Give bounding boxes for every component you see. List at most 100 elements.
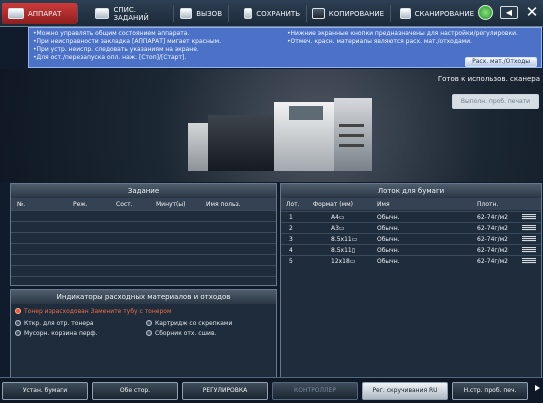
- job-panel: Задание №. Реж. Сост. Минут(ы) Имя польз…: [10, 183, 277, 286]
- tray-paper-weight: 62-74г/м2: [477, 225, 508, 232]
- tab-machine[interactable]: АППАРАТ: [2, 3, 78, 24]
- job-row[interactable]: [11, 210, 276, 221]
- tray-paper-weight: 62-74г/м2: [477, 236, 508, 243]
- tray-header-name: Имя: [377, 201, 390, 208]
- consumable-item: Кткр. для отр. тонера: [15, 320, 94, 327]
- next-arrow-icon[interactable]: [535, 385, 540, 391]
- job-header-mode: Реж.: [73, 201, 88, 208]
- consumables-waste-button[interactable]: Расх. мат./Отходы: [465, 57, 537, 67]
- staple-cartridge-icon: [146, 320, 152, 326]
- printer-display: Готов к использов. сканера Выполн. проб.…: [0, 69, 543, 182]
- consumable-item: Сборник отх. сшив.: [146, 330, 216, 337]
- save-icon: [244, 8, 253, 19]
- tray-number: 1: [289, 214, 293, 221]
- tray-header-tray: Лот.: [286, 201, 300, 208]
- tab-save[interactable]: СОХРАНИТЬ: [238, 3, 307, 24]
- toner-warning-text: Тонер израсходован Замените тубу с тонер…: [24, 308, 172, 315]
- job-header-status: Сост.: [116, 201, 133, 208]
- tray-size: A3▭: [331, 225, 345, 232]
- tray-paper-name: Обычн.: [377, 214, 400, 221]
- tab-recall-label: ВЫЗОВ: [196, 9, 222, 18]
- tab-scan[interactable]: СКАНИРОВАНИЕ: [394, 3, 480, 24]
- duplex-button[interactable]: Обе стор.: [92, 382, 178, 400]
- consumable-label: Картридж со скрепками: [155, 320, 233, 327]
- status-text: Готов к использов. сканера: [437, 75, 540, 83]
- paper-setting-button[interactable]: Устан. бумаги: [2, 382, 88, 400]
- scan-icon: [400, 8, 411, 19]
- consumables-panel: Индикаторы расходных материалов и отходо…: [10, 289, 277, 378]
- job-row[interactable]: [11, 254, 276, 265]
- speaker-icon[interactable]: ◀: [500, 6, 518, 19]
- tray-row-4[interactable]: 4 8.5x11▯ Обычн. 62-74г/м2: [281, 244, 541, 255]
- tray-level-bar: [522, 225, 536, 231]
- tray-paper-name: Обычн.: [377, 258, 400, 265]
- bottom-button-label: Н.стр. проб. печ.: [463, 387, 517, 394]
- machine-screen: АППАРАТ СПИС. ЗАДАНИЙ ВЫЗОВ СОХРАНИТЬ КО…: [0, 0, 543, 403]
- job-row[interactable]: [11, 243, 276, 254]
- consumable-label: Сборник отх. сшив.: [155, 330, 217, 337]
- tray-row-2[interactable]: 2 A3▭ Обычн. 62-74г/м2: [281, 222, 541, 233]
- consumable-item: Мусорн. корзина перф.: [15, 330, 97, 337]
- tray-level-bar: [522, 258, 536, 264]
- toner-warning-icon: [15, 308, 21, 314]
- tray-row-1[interactable]: 1 A4▭ Обычн. 62-74г/м2: [281, 211, 541, 222]
- printer-module-1: [188, 123, 210, 171]
- close-icon[interactable]: ✕: [524, 4, 540, 21]
- banner-left-text: •Можно управлять общим состоянием аппара…: [33, 30, 222, 61]
- consumable-label: Мусорн. корзина перф.: [24, 330, 98, 337]
- job-row[interactable]: [11, 221, 276, 232]
- info-banner: •Можно управлять общим состоянием аппара…: [28, 27, 542, 68]
- tray-row-5[interactable]: 5 12x18▭ Обычн. 62-74г/м2: [281, 255, 541, 266]
- job-panel-title: Задание: [11, 184, 276, 198]
- tray-row-3[interactable]: 3 8.5x11▭ Обычн. 62-74г/м2: [281, 233, 541, 244]
- printer-module-3: [274, 102, 336, 171]
- consumable-item: Картридж со скрепками: [146, 320, 232, 327]
- banner-right-text: •Нижние экранные кнопки предназначены дл…: [287, 30, 518, 45]
- tray-paper-weight: 62-74г/м2: [477, 258, 508, 265]
- tray-header-size: Формат (мм): [313, 201, 353, 208]
- toner-warning: Тонер израсходован Замените тубу с тонер…: [15, 308, 171, 315]
- bottom-button-label: КОНТРОЛЛЕР: [294, 387, 336, 394]
- tab-copy-label: КОПИРОВАНИЕ: [328, 9, 384, 18]
- tray-number: 2: [289, 225, 293, 232]
- job-row[interactable]: [11, 232, 276, 243]
- tab-copy[interactable]: КОПИРОВАНИЕ: [306, 3, 391, 24]
- tray-size: 12x18▭: [331, 258, 356, 265]
- tab-save-label: СОХРАНИТЬ: [256, 9, 300, 18]
- preview-print-setting-button[interactable]: Н.стр. проб. печ.: [452, 382, 528, 400]
- copy-icon: [312, 8, 325, 19]
- job-list-icon: [95, 8, 110, 19]
- tab-job-list[interactable]: СПИС. ЗАДАНИЙ: [89, 3, 174, 24]
- tray-header-weight: Плотн.: [477, 201, 499, 208]
- tab-recall[interactable]: ВЫЗОВ: [174, 3, 229, 24]
- machine-icon: [8, 8, 24, 19]
- tab-machine-label: АППАРАТ: [28, 9, 62, 18]
- job-row[interactable]: [11, 276, 276, 287]
- status-indicator-icon[interactable]: [478, 5, 493, 20]
- consumable-label: Кткр. для отр. тонера: [24, 320, 94, 327]
- preview-print-button[interactable]: Выполн. проб. печати: [452, 94, 539, 109]
- adjustment-button[interactable]: РЕГУЛИРОВКА: [182, 382, 268, 400]
- tray-size: 8.5x11▯: [331, 247, 356, 254]
- tab-scan-label: СКАНИРОВАНИЕ: [414, 9, 474, 18]
- recall-icon: [180, 8, 193, 19]
- curl-adjust-button[interactable]: Рег. скручивания RU: [362, 382, 448, 400]
- bottom-button-label: Обе стор.: [119, 387, 151, 394]
- top-tab-bar: АППАРАТ СПИС. ЗАДАНИЙ ВЫЗОВ СОХРАНИТЬ КО…: [0, 0, 543, 27]
- printer-module-4: [334, 98, 372, 171]
- punch-trash-icon: [15, 330, 21, 336]
- tray-number: 5: [289, 258, 293, 265]
- job-header-minutes: Минут(ы): [156, 201, 186, 208]
- tray-paper-weight: 62-74г/м2: [477, 247, 508, 254]
- tab-job-list-label: СПИС. ЗАДАНИЙ: [113, 5, 149, 22]
- staple-waste-icon: [146, 330, 152, 336]
- job-row[interactable]: [11, 265, 276, 276]
- job-header-number: №.: [17, 201, 26, 208]
- tray-level-bar: [522, 247, 536, 253]
- paper-tray-panel: Лоток для бумаги Лот. Формат (мм) Имя Пл…: [280, 183, 542, 395]
- tray-size: 8.5x11▭: [331, 236, 358, 243]
- controller-button[interactable]: КОНТРОЛЛЕР: [272, 382, 358, 400]
- tray-paper-weight: 62-74г/м2: [477, 214, 508, 221]
- paper-tray-header: Лот. Формат (мм) Имя Плотн.: [281, 198, 541, 210]
- job-header-user: Имя польз.: [206, 201, 241, 208]
